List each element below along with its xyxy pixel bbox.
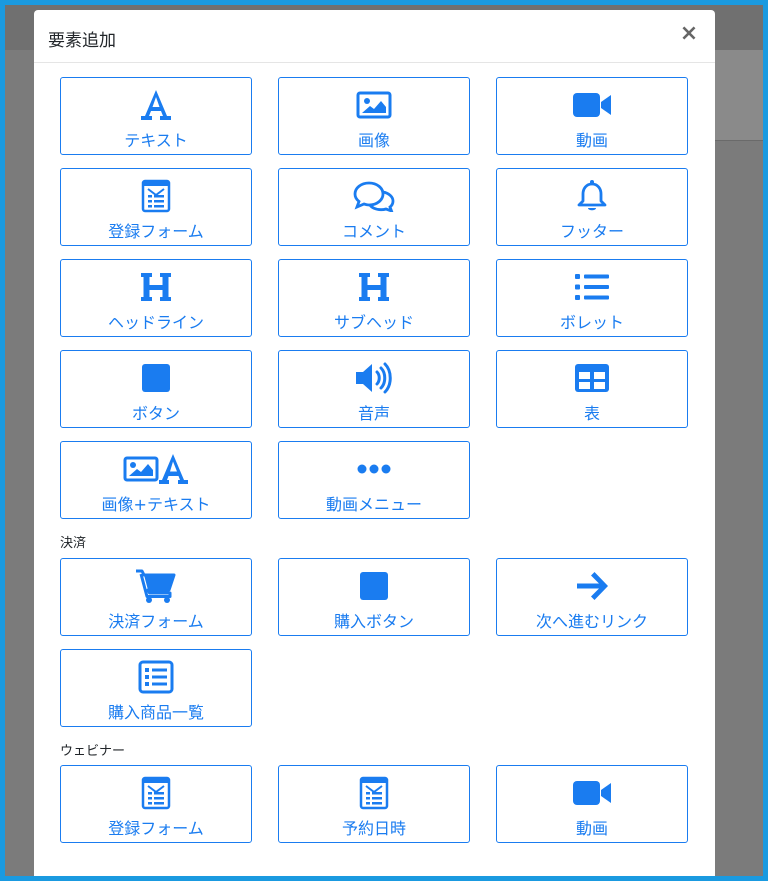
element-grid: テキスト 画像 動画登録フォーム コメント フッターヘッドライン サブヘッド ボレットボタン… <box>60 77 688 519</box>
comments-icon <box>279 177 469 215</box>
element-tile-label: フッター <box>559 222 624 241</box>
element-tile[interactable]: フッター <box>496 168 688 246</box>
element-tile[interactable]: 動画 <box>496 77 688 155</box>
table-icon <box>497 359 687 397</box>
element-tile[interactable]: テキスト <box>60 77 252 155</box>
element-tile-label: ヘッドライン <box>107 313 204 332</box>
video-camera-icon <box>497 86 687 124</box>
form-icon <box>61 774 251 812</box>
background-panel <box>715 50 763 141</box>
image-icon <box>279 86 469 124</box>
element-tile-label: 購入商品一覧 <box>107 703 204 722</box>
element-grid: 決済フォーム 購入ボタン 次へ進むリンク購入商品一覧 <box>60 558 688 727</box>
element-tile-label: 動画メニュー <box>325 495 422 514</box>
close-button[interactable]: × <box>677 22 701 46</box>
element-tile-label: 音声 <box>357 404 390 423</box>
element-tile-label: ボタン <box>131 404 180 423</box>
video-camera-icon <box>497 774 687 812</box>
element-tile[interactable]: ヘッドライン <box>60 259 252 337</box>
element-tile[interactable]: 予約日時 <box>278 765 470 843</box>
element-tile-label: 予約日時 <box>341 819 406 838</box>
element-tile[interactable]: 購入商品一覧 <box>60 649 252 727</box>
element-tile-label: 動画 <box>575 131 608 150</box>
element-tile-label: サブヘッド <box>333 313 414 332</box>
element-tile[interactable]: 動画 <box>496 765 688 843</box>
bell-icon <box>497 177 687 215</box>
element-tile[interactable]: 表 <box>496 350 688 428</box>
text-a-icon <box>61 86 251 124</box>
element-tile-label: 動画 <box>575 819 608 838</box>
element-tile[interactable]: 画像 <box>278 77 470 155</box>
heading-icon <box>61 268 251 306</box>
element-tile-label: 決済フォーム <box>108 612 204 631</box>
element-tile-label: 表 <box>583 404 600 423</box>
element-tile-label: テキスト <box>124 131 188 150</box>
element-tile-label: 登録フォーム <box>108 819 204 838</box>
image-text-icon <box>61 450 251 488</box>
element-tile[interactable]: サブヘッド <box>278 259 470 337</box>
element-tile-label: コメント <box>341 222 406 241</box>
element-tile[interactable]: 次へ進むリンク <box>496 558 688 636</box>
form-icon <box>61 177 251 215</box>
modal-title: 要素追加 <box>48 31 116 51</box>
section-label: 決済 <box>60 536 87 551</box>
element-tile-label: 登録フォーム <box>108 222 204 241</box>
section-label: ウェビナー <box>60 744 126 759</box>
square-icon <box>61 359 251 397</box>
element-tile[interactable]: 音声 <box>278 350 470 428</box>
element-tile[interactable]: 決済フォーム <box>60 558 252 636</box>
element-tile-label: 購入ボタン <box>333 612 414 631</box>
element-grid: 登録フォーム 予約日時 動画 <box>60 765 688 843</box>
heading-icon <box>279 268 469 306</box>
element-tile[interactable]: ボタン <box>60 350 252 428</box>
element-tile[interactable]: 動画メニュー <box>278 441 470 519</box>
element-tile[interactable]: 画像+テキスト <box>60 441 252 519</box>
list-box-icon <box>61 658 251 696</box>
element-tile[interactable]: 登録フォーム <box>60 168 252 246</box>
element-tile-label: 画像+テキスト <box>101 495 211 514</box>
square-icon <box>279 567 469 605</box>
element-tile-label: ボレット <box>559 313 624 332</box>
modal-header: 要素追加 × <box>34 10 715 63</box>
form-icon <box>279 774 469 812</box>
element-tile[interactable]: 登録フォーム <box>60 765 252 843</box>
cart-icon <box>61 567 251 605</box>
volume-icon <box>279 359 469 397</box>
element-tile-label: 次へ進むリンク <box>535 612 648 631</box>
arrow-right-icon <box>497 567 687 605</box>
element-tile-label: 画像 <box>357 131 390 150</box>
list-icon <box>497 268 687 306</box>
ellipsis-icon <box>279 450 469 488</box>
add-element-modal: 要素追加 × テキスト 画像 動画 登録フォーム コメント フッター ヘッドライン サブヘッド… <box>34 10 715 876</box>
element-tile[interactable]: 購入ボタン <box>278 558 470 636</box>
element-tile[interactable]: ボレット <box>496 259 688 337</box>
element-tile[interactable]: コメント <box>278 168 470 246</box>
